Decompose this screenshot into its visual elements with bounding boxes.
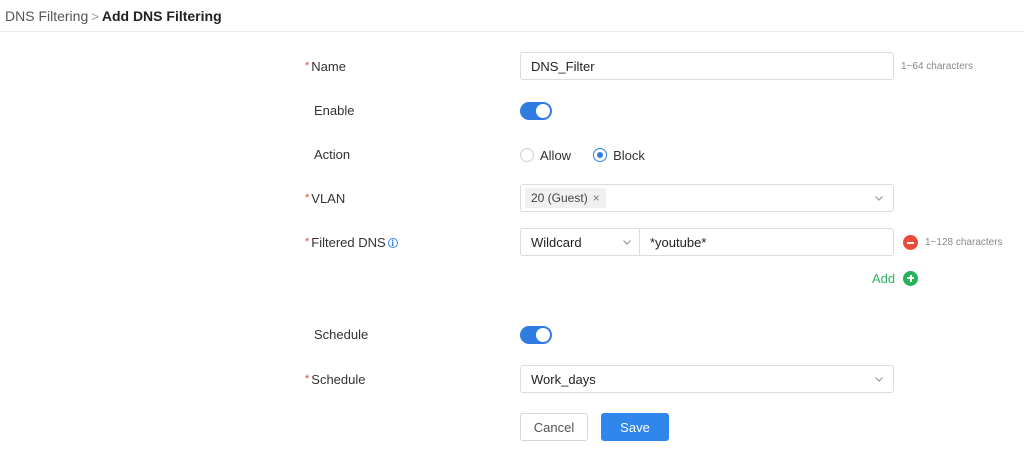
plus-circle-icon [903,270,919,286]
info-icon[interactable]: i [387,238,398,248]
filtered-dns-label: * Filtered DNS i [305,228,398,258]
name-row: * Name DNS_Filter 1~64 characters [0,52,1024,82]
schedule-select[interactable]: Work_days [520,365,894,393]
chevron-down-icon [621,236,633,248]
name-hint: 1~64 characters [901,61,973,72]
required-asterisk: * [305,192,310,204]
enable-row: Enable [0,96,1024,126]
action-row: Action Allow Block [0,140,1024,170]
filtered-dns-row: * Filtered DNS i Wildcard *youtube* 1~12… [0,228,1024,258]
chevron-down-icon [873,373,885,385]
toggle-knob [536,104,550,118]
required-asterisk: * [305,60,310,72]
vlan-multiselect[interactable]: 20 (Guest) × [520,184,894,212]
radio-circle [520,148,534,162]
name-input[interactable]: DNS_Filter [520,52,894,80]
dns-match-type-select[interactable]: Wildcard [520,228,639,256]
add-row: Add [0,268,1024,288]
schedule-row: * Schedule Work_days [0,365,1024,395]
cancel-button[interactable]: Cancel [520,413,588,441]
vlan-row: * VLAN 20 (Guest) × [0,184,1024,214]
save-button[interactable]: Save [601,413,669,441]
action-radio-group: Allow Block [520,140,667,170]
form-actions: Cancel Save [0,413,1024,443]
toggle-knob [536,328,550,342]
name-label: * Name [305,52,346,82]
required-asterisk: * [305,236,310,248]
schedule-label: * Schedule [305,365,366,395]
breadcrumb-separator: > [91,8,99,24]
action-allow-radio[interactable]: Allow [520,148,571,163]
header-divider [0,31,1024,32]
vlan-label: * VLAN [305,184,345,214]
chevron-down-icon [873,192,885,204]
radio-circle-selected [593,148,608,162]
required-asterisk: * [305,373,310,385]
add-dns-button[interactable]: Add [872,268,919,288]
breadcrumb-dns-filtering-link[interactable]: DNS Filtering [5,8,88,25]
action-label: Action [314,147,351,162]
dns-value-input[interactable]: *youtube* [639,228,894,256]
enable-label: Enable [314,103,355,118]
schedule-toggle-label: Schedule [314,327,369,342]
vlan-tag: 20 (Guest) × [525,188,606,208]
add-label: Add [872,270,896,286]
remove-dns-icon[interactable] [903,235,918,250]
enable-toggle[interactable] [520,102,552,120]
schedule-toggle-row: Schedule [0,320,1024,350]
tag-remove-icon[interactable]: × [593,191,600,205]
page-title: Add DNS Filtering [101,7,222,24]
filtered-dns-hint: 1~128 characters [925,237,1003,248]
schedule-toggle[interactable] [520,326,552,344]
breadcrumb: DNS Filtering > Add DNS Filtering [5,6,222,26]
action-block-radio[interactable]: Block [593,148,645,163]
